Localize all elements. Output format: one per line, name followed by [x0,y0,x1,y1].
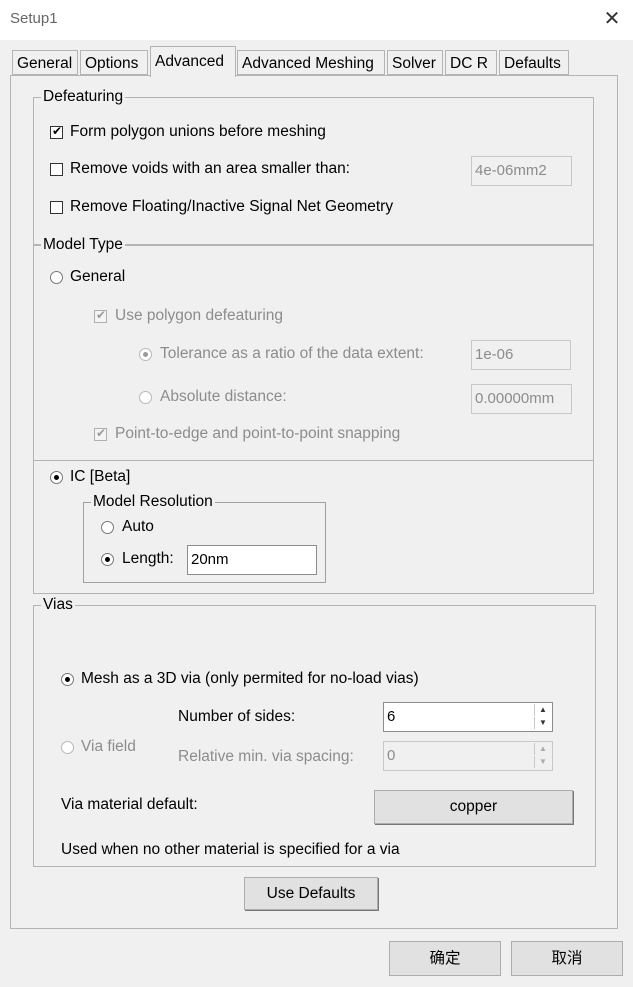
tolerance-ratio-field[interactable]: 1e-06 [471,340,571,370]
model-resolution-legend: Model Resolution [91,493,215,511]
vias-legend: Vias [41,596,75,614]
absolute-distance-field[interactable]: 0.00000mm [471,384,572,414]
ok-button[interactable]: 确定 [389,941,501,976]
remove-floating-label: Remove Floating/Inactive Signal Net Geom… [70,198,394,215]
general-radio[interactable] [50,271,63,284]
number-of-sides-label: Number of sides: [178,708,296,725]
number-of-sides-spinbox[interactable]: 6 ▲ ▼ [383,702,553,732]
resolution-length-radio[interactable] [101,553,114,566]
via-field-label: Via field [81,738,136,755]
mesh-3d-via-radio[interactable] [61,673,74,686]
absolute-distance-label: Absolute distance: [160,388,287,405]
resolution-length-label: Length: [122,550,174,567]
via-field-radio[interactable] [61,741,74,754]
spin-up-icon[interactable]: ▲ [534,704,551,716]
resolution-auto-label: Auto [122,518,154,535]
tab-options[interactable]: Options [80,50,148,75]
ic-beta-label: IC [Beta] [70,468,131,485]
model-type-legend: Model Type [41,236,125,254]
via-material-note: Used when no other material is specified… [61,841,400,858]
tab-advanced[interactable]: Advanced [150,46,236,77]
remove-voids-label: Remove voids with an area smaller than: [70,160,350,177]
via-spacing-value: 0 [387,747,396,764]
mesh-3d-via-label: Mesh as a 3D via (only permited for no-l… [81,670,419,687]
tolerance-ratio-label: Tolerance as a ratio of the data extent: [160,345,424,362]
snapping-label: Point-to-edge and point-to-point snappin… [115,425,401,442]
polygon-unions-label: Form polygon unions before meshing [70,123,326,140]
spin-down-icon[interactable]: ▼ [534,756,551,768]
general-label: General [70,268,126,285]
remove-voids-field[interactable]: 4e-06mm2 [471,156,572,186]
title-bar [0,0,633,40]
polygon-defeaturing-checkbox[interactable]: ✔ [94,308,107,323]
resolution-auto-radio[interactable] [101,521,114,534]
via-material-button[interactable]: copper [374,790,573,824]
via-spacing-label: Relative min. via spacing: [178,748,354,765]
spin-up-icon[interactable]: ▲ [534,743,551,755]
ic-beta-radio[interactable] [50,471,63,484]
absolute-distance-radio[interactable] [139,391,152,404]
tab-advanced-meshing[interactable]: Advanced Meshing [237,50,385,75]
snapping-checkbox[interactable]: ✔ [94,426,107,441]
tab-general[interactable]: General [12,50,78,75]
cancel-button[interactable]: 取消 [511,941,623,976]
vias-group [33,605,596,867]
resolution-length-input[interactable]: 20nm [187,545,317,575]
polygon-unions-checkbox[interactable]: ✔ [50,124,63,139]
tab-defaults[interactable]: Defaults [499,50,569,75]
check-icon: ✔ [96,426,107,440]
use-defaults-button[interactable]: Use Defaults [244,877,378,910]
via-spacing-spinbox[interactable]: 0 ▲ ▼ [383,741,553,771]
via-material-label: Via material default: [61,796,198,813]
model-type-divider [34,460,593,461]
defeaturing-legend: Defeaturing [41,88,126,106]
tab-solver[interactable]: Solver [387,50,443,75]
window-title: Setup1 [10,10,58,27]
remove-floating-checkbox[interactable] [50,201,63,214]
tolerance-ratio-radio[interactable] [139,348,152,361]
check-icon: ✔ [96,308,107,322]
check-icon: ✔ [52,124,63,138]
close-icon[interactable]: ✕ [601,6,623,32]
remove-voids-checkbox[interactable] [50,163,63,176]
tab-dc-r[interactable]: DC R [445,50,497,75]
spin-down-icon[interactable]: ▼ [534,717,551,729]
polygon-defeaturing-label: Use polygon defeaturing [115,307,284,324]
number-of-sides-value: 6 [387,708,396,725]
